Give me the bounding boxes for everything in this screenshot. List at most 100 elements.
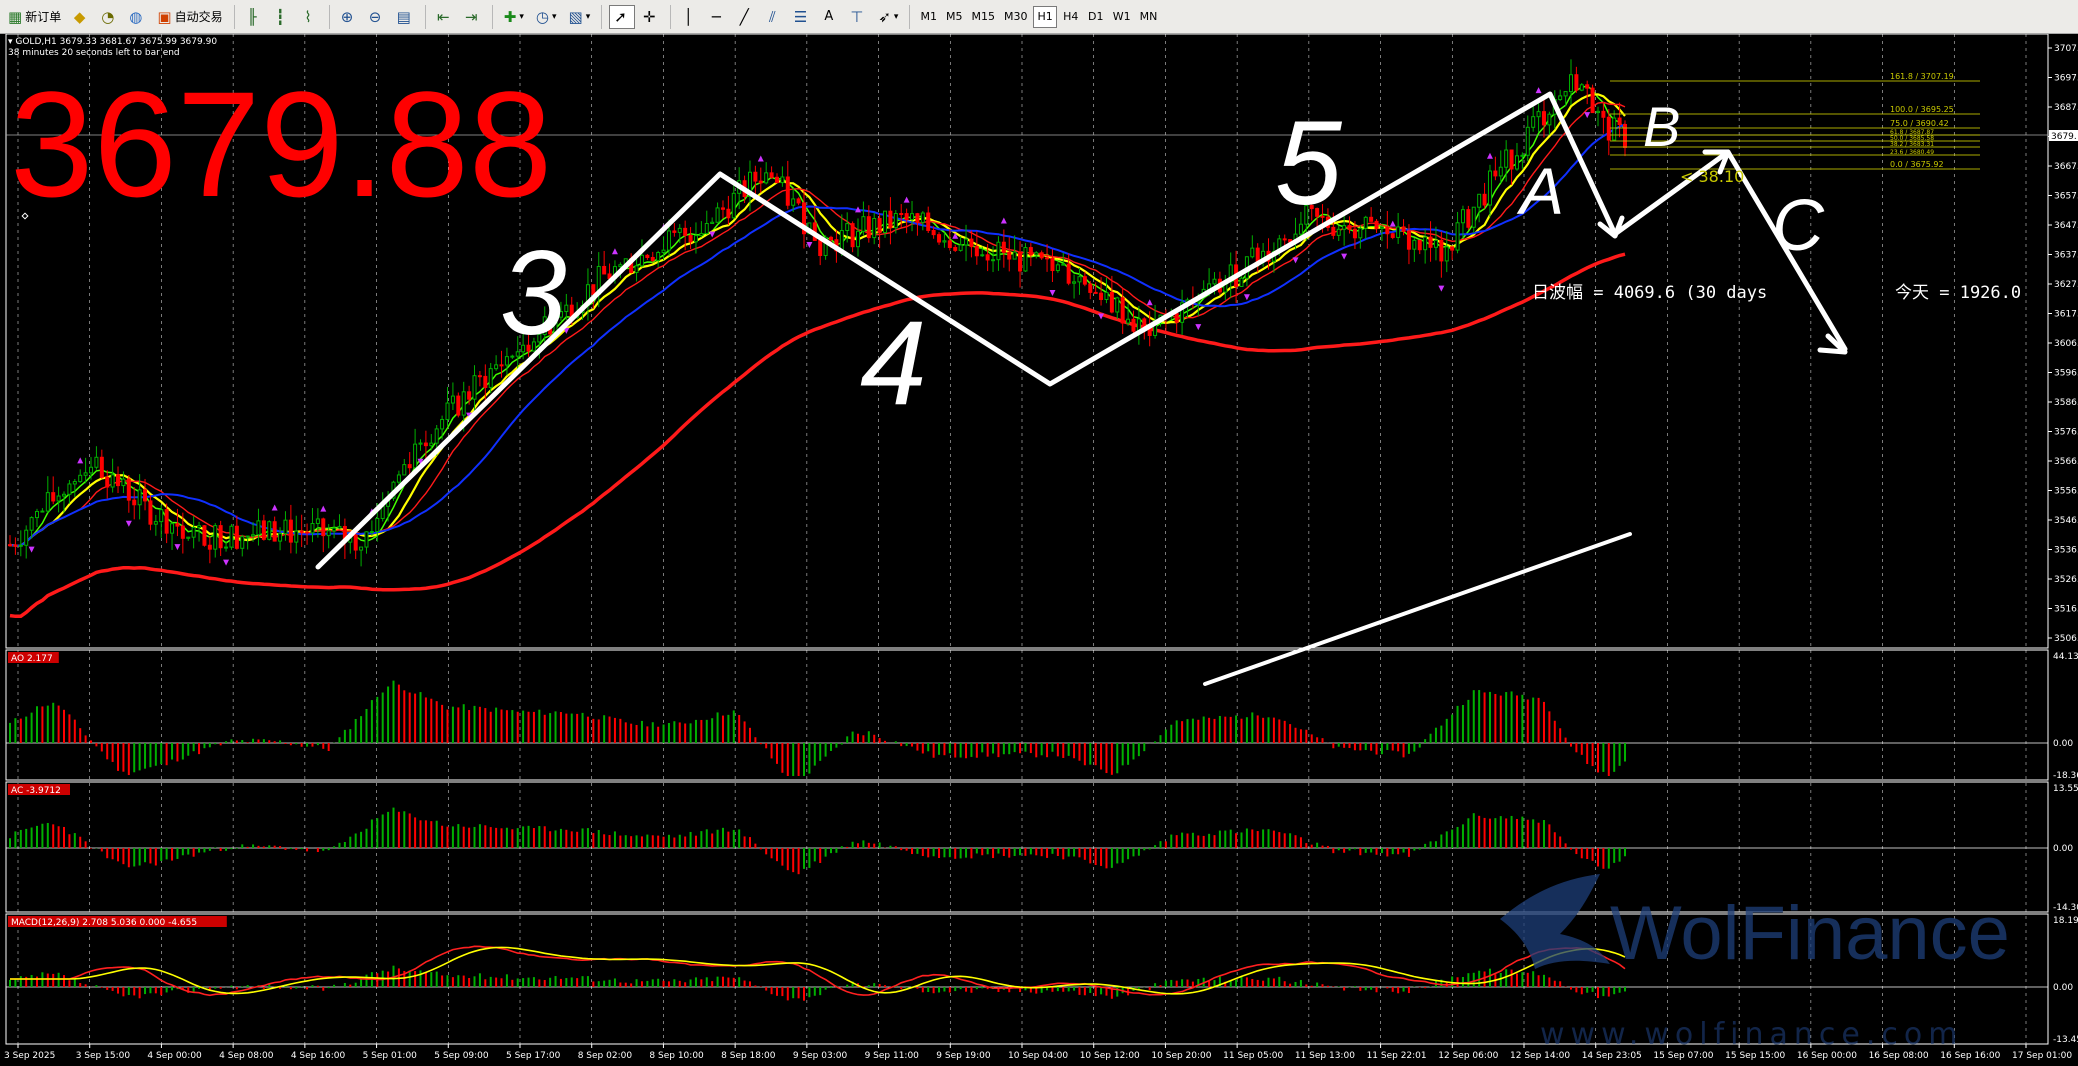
distance-label: < 38.10: [1680, 167, 1744, 186]
time-axis-label: 3 Sep 2025: [4, 1051, 55, 1061]
candle-body: [1579, 84, 1584, 91]
periods-button[interactable]: ◷ ▾: [532, 5, 561, 29]
candle-body: [1007, 251, 1012, 260]
indicator-axis-top: 13.55: [2053, 784, 2078, 794]
fib-level-label: 161.8 / 3707.19: [1890, 72, 1954, 81]
crosshair-button[interactable]: ✛: [639, 5, 663, 29]
candle-body: [1433, 239, 1438, 248]
time-axis-label: 11 Sep 22:01: [1367, 1051, 1427, 1061]
indicator-axis-zero: 0.00: [2053, 983, 2073, 993]
candle-body: [1568, 74, 1573, 93]
time-axis-label: 15 Sep 07:00: [1653, 1051, 1713, 1061]
candle-body: [845, 223, 850, 231]
gold-icon: ◆: [73, 7, 86, 26]
candle-body: [105, 476, 110, 488]
time-axis-label: 8 Sep 02:00: [578, 1051, 633, 1061]
candle-body: [467, 391, 472, 400]
fractal-marker: [1389, 220, 1396, 227]
time-axis-label: 12 Sep 06:00: [1438, 1051, 1498, 1061]
candle-body: [1423, 236, 1428, 251]
candle-body: [299, 530, 304, 533]
candle-body: [1471, 206, 1476, 228]
candle-body: [1255, 247, 1260, 263]
candle-body: [148, 500, 153, 525]
autoscroll-icon: ⇥: [464, 7, 478, 26]
candle-body: [953, 247, 958, 251]
fibonacci-button[interactable]: ☰: [790, 5, 814, 29]
candle-body: [758, 180, 763, 184]
candle-body: [1595, 110, 1600, 114]
candle-body: [1390, 233, 1395, 238]
candle-body: [1072, 281, 1077, 284]
zoom-out-button[interactable]: ⊖: [365, 5, 389, 29]
label-tool-button[interactable]: ⊤: [846, 5, 870, 29]
arrow-tool-button[interactable]: ➶ ▾: [874, 5, 902, 29]
fractal-marker: [1243, 294, 1250, 301]
horizontal-line-button[interactable]: ─: [706, 5, 730, 29]
timeframe-w1[interactable]: W1: [1110, 6, 1134, 28]
channel-button[interactable]: ⫽: [762, 5, 786, 29]
timeframe-m30[interactable]: M30: [1001, 6, 1031, 28]
candle-body: [1514, 155, 1519, 170]
chart-window[interactable]: 161.8 / 3707.19 100.0 / 3695.25 75.0 / 369…: [0, 33, 2078, 1062]
candle-body: [926, 212, 931, 231]
candle-body: [1563, 91, 1568, 97]
channel-icon: ⫽: [768, 7, 776, 26]
candle-body: [726, 208, 731, 219]
candle-body: [710, 221, 715, 225]
timeframe-m15[interactable]: M15: [968, 6, 998, 28]
candle-body: [418, 442, 423, 445]
candle-body: [888, 210, 893, 229]
line-chart-button[interactable]: ⌇: [298, 5, 322, 29]
candle-body: [1585, 84, 1590, 89]
time-axis-label: 10 Sep 04:00: [1008, 1051, 1068, 1061]
timeframe-mn[interactable]: MN: [1137, 6, 1161, 28]
timeframe-d1[interactable]: D1: [1085, 6, 1107, 28]
indicator-axis-top: 44.135: [2053, 652, 2078, 662]
candle-body: [877, 218, 882, 233]
pane-border: [5, 649, 2049, 781]
wave-label-b: B: [1643, 95, 1680, 158]
new-order-button[interactable]: ▦ 新订单: [4, 5, 65, 29]
autoscroll-button[interactable]: ⇥: [461, 5, 485, 29]
chart-canvas[interactable]: 161.8 / 3707.19 100.0 / 3695.25 75.0 / 369…: [0, 33, 2078, 1062]
candle-body: [1379, 226, 1384, 230]
candle-chart-button[interactable]: ┇: [270, 5, 294, 29]
trendline-button[interactable]: ╱: [734, 5, 758, 29]
navigator-button[interactable]: ◍: [125, 5, 149, 29]
vertical-line-button[interactable]: │: [678, 5, 702, 29]
market-watch-button[interactable]: ◔: [97, 5, 121, 29]
candle-body: [893, 213, 898, 229]
wave-label-4: 4: [860, 296, 927, 430]
candle-body: [1131, 318, 1136, 332]
candle-body: [1342, 225, 1347, 230]
text-tool-button[interactable]: A: [818, 5, 842, 29]
indicators-icon: ✚: [503, 7, 517, 26]
candle-body: [337, 525, 342, 529]
candle-body: [1034, 252, 1039, 256]
timeframe-h1[interactable]: H1: [1033, 5, 1057, 28]
price-axis-label: 3556.: [2054, 487, 2078, 497]
tile-windows-button[interactable]: ▤: [393, 5, 418, 29]
cursor-button[interactable]: ➚: [609, 4, 635, 29]
fib-level-label: 75.0 / 3690.42: [1890, 119, 1949, 128]
candle-body: [429, 442, 434, 447]
bar-chart-button[interactable]: ╟: [242, 5, 266, 29]
today-range-label: 今天 = 1926.0: [1895, 283, 2021, 303]
zoom-in-button[interactable]: ⊕: [337, 5, 361, 29]
time-axis-label: 5 Sep 01:00: [363, 1051, 418, 1061]
timeframe-h4[interactable]: H4: [1060, 6, 1082, 28]
candle-body: [1466, 209, 1471, 228]
timeframe-m5[interactable]: M5: [943, 6, 966, 28]
fractal-marker: [611, 248, 618, 255]
candle-body: [413, 443, 418, 469]
indicators-button[interactable]: ✚ ▾: [500, 5, 528, 29]
timeframe-m1[interactable]: M1: [917, 6, 940, 28]
candle-body: [267, 521, 272, 540]
templates-button[interactable]: ▧ ▾: [565, 5, 595, 29]
chart-text: ▾ GOLD,H1 3679.33 3681.67 3675.99 3679.9…: [8, 37, 2021, 303]
auto-trade-button[interactable]: ▣ 自动交易: [153, 5, 226, 29]
chart-shift-button[interactable]: ⇤: [433, 5, 457, 29]
gold-icon-button[interactable]: ◆: [69, 5, 93, 29]
candle-body: [666, 230, 671, 251]
